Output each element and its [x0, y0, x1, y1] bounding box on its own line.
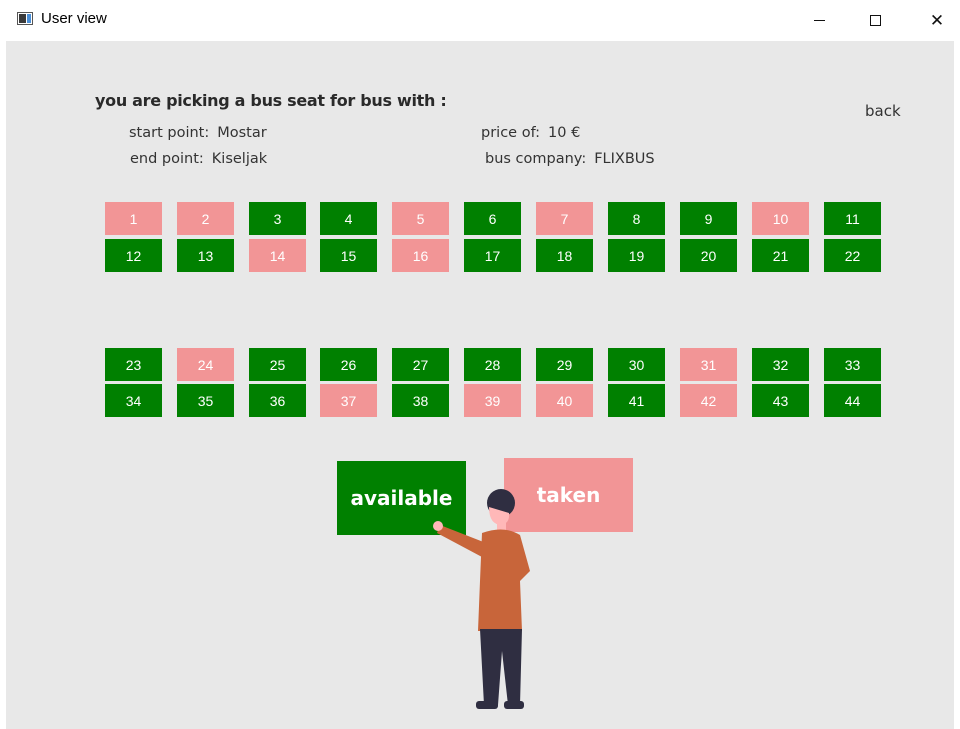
seat-29[interactable]: 29	[536, 348, 593, 381]
seat-8[interactable]: 8	[608, 202, 665, 235]
seat-39[interactable]: 39	[464, 384, 521, 417]
seat-13[interactable]: 13	[177, 239, 234, 272]
seat-30[interactable]: 30	[608, 348, 665, 381]
seat-33[interactable]: 33	[824, 348, 881, 381]
minimize-icon	[813, 20, 825, 21]
seat-31[interactable]: 31	[680, 348, 737, 381]
seat-4[interactable]: 4	[320, 202, 377, 235]
seat-2[interactable]: 2	[177, 202, 234, 235]
seat-44[interactable]: 44	[824, 384, 881, 417]
seat-7[interactable]: 7	[536, 202, 593, 235]
seat-26[interactable]: 26	[320, 348, 377, 381]
end-point-label: end point:	[130, 151, 204, 167]
app-icon	[17, 12, 33, 25]
seat-40[interactable]: 40	[536, 384, 593, 417]
seat-14[interactable]: 14	[249, 239, 306, 272]
seat-22[interactable]: 22	[824, 239, 881, 272]
seat-21[interactable]: 21	[752, 239, 809, 272]
seat-11[interactable]: 11	[824, 202, 881, 235]
maximize-button[interactable]	[852, 0, 898, 41]
minimize-button[interactable]	[796, 0, 842, 41]
seat-41[interactable]: 41	[608, 384, 665, 417]
seat-24[interactable]: 24	[177, 348, 234, 381]
seat-19[interactable]: 19	[608, 239, 665, 272]
close-icon: ✕	[929, 10, 945, 31]
back-button[interactable]: back	[865, 102, 901, 120]
maximize-icon	[869, 15, 881, 26]
seat-36[interactable]: 36	[249, 384, 306, 417]
seat-18[interactable]: 18	[536, 239, 593, 272]
seat-34[interactable]: 34	[105, 384, 162, 417]
window-titlebar: User view ✕	[0, 0, 960, 41]
seat-5[interactable]: 5	[392, 202, 449, 235]
bus-company-row: bus company: FLIXBUS	[485, 151, 655, 167]
start-point-label: start point:	[129, 125, 210, 141]
seat-35[interactable]: 35	[177, 384, 234, 417]
end-point-row: end point: Kiseljak	[130, 151, 267, 167]
window-title: User view	[41, 10, 107, 27]
seat-20[interactable]: 20	[680, 239, 737, 272]
close-button[interactable]: ✕	[914, 0, 960, 41]
seat-37[interactable]: 37	[320, 384, 377, 417]
seat-25[interactable]: 25	[249, 348, 306, 381]
bus-company-value: FLIXBUS	[594, 151, 655, 167]
seat-15[interactable]: 15	[320, 239, 377, 272]
client-area: you are picking a bus seat for bus with …	[6, 41, 954, 729]
seat-38[interactable]: 38	[392, 384, 449, 417]
price-label: price of:	[481, 125, 541, 141]
seat-12[interactable]: 12	[105, 239, 162, 272]
price-row: price of: 10 €	[481, 125, 580, 141]
page-heading: you are picking a bus seat for bus with …	[95, 91, 447, 110]
seat-43[interactable]: 43	[752, 384, 809, 417]
seat-23[interactable]: 23	[105, 348, 162, 381]
seat-6[interactable]: 6	[464, 202, 521, 235]
start-point-row: start point: Mostar	[129, 125, 267, 141]
bus-company-label: bus company:	[485, 151, 587, 167]
start-point-value: Mostar	[217, 125, 267, 141]
seat-42[interactable]: 42	[680, 384, 737, 417]
seat-1[interactable]: 1	[105, 202, 162, 235]
price-value: 10 €	[548, 125, 581, 141]
end-point-value: Kiseljak	[211, 151, 268, 167]
seat-17[interactable]: 17	[464, 239, 521, 272]
seat-28[interactable]: 28	[464, 348, 521, 381]
seat-3[interactable]: 3	[249, 202, 306, 235]
seat-9[interactable]: 9	[680, 202, 737, 235]
seat-16[interactable]: 16	[392, 239, 449, 272]
seat-27[interactable]: 27	[392, 348, 449, 381]
seat-32[interactable]: 32	[752, 348, 809, 381]
seat-10[interactable]: 10	[752, 202, 809, 235]
person-illustration	[433, 489, 530, 709]
